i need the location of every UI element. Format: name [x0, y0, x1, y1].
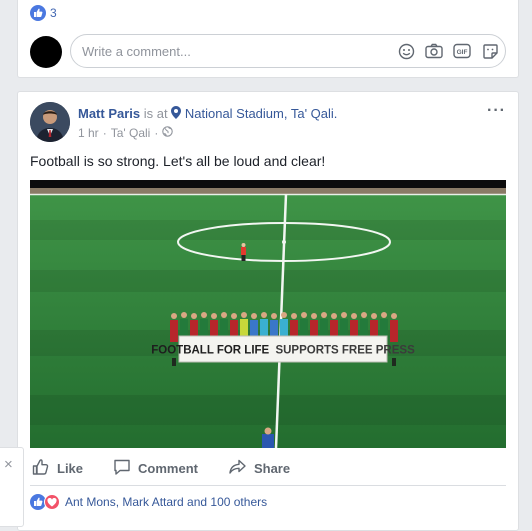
svg-text:GIF: GIF: [457, 49, 468, 56]
previous-post-like-count: 3: [50, 6, 57, 20]
like-label: Like: [57, 461, 84, 476]
thumbs-up-icon: [32, 458, 50, 479]
reactions-text: Ant Mons, Mark Attard and 100 others: [65, 495, 268, 509]
camera-icon[interactable]: [425, 42, 443, 60]
post-card: Matt Paris is at National Stadium, Ta' Q…: [17, 91, 519, 531]
gif-icon[interactable]: GIF: [453, 42, 471, 60]
post-meta: 1 hr · Ta' Qali ·: [78, 126, 174, 140]
heart-icon: [44, 494, 60, 510]
meta-separator: ·: [154, 126, 159, 140]
previous-post-card: 3 GIF: [17, 0, 519, 78]
comment-input[interactable]: [82, 44, 382, 59]
more-dots-icon[interactable]: ···: [487, 102, 506, 120]
comment-label: Comment: [138, 461, 198, 476]
share-button[interactable]: Share: [228, 458, 290, 479]
meta-separator: ·: [102, 126, 107, 140]
post-location[interactable]: Ta' Qali: [111, 126, 151, 140]
smiley-icon[interactable]: [397, 42, 415, 60]
sticker-icon[interactable]: [481, 42, 499, 60]
reactions-summary[interactable]: Ant Mons, Mark Attard and 100 others: [30, 494, 267, 510]
author-name[interactable]: Matt Paris: [78, 106, 140, 121]
like-button[interactable]: Like: [32, 458, 83, 479]
previous-post-likes[interactable]: 3: [30, 5, 57, 21]
banner-text: FOOTBALL FOR LIFE SUPPORTS FREE PRESS: [151, 345, 415, 357]
post-header: Matt Paris is at National Stadium, Ta' Q…: [78, 106, 337, 121]
map-pin-icon: [171, 106, 185, 121]
globe-icon: [162, 126, 174, 140]
comment-box: GIF: [70, 34, 506, 68]
place-link[interactable]: National Stadium, Ta' Qali.: [185, 106, 338, 121]
author-avatar[interactable]: [30, 102, 70, 142]
share-label: Share: [253, 461, 291, 476]
comment-composer: GIF: [30, 32, 508, 68]
post-text: Football is so strong. Let's all be loud…: [30, 153, 326, 169]
post-actions: Like Comment Share: [30, 452, 506, 486]
post-photo[interactable]: FOOTBALL FOR LIFE SUPPORTS FREE PRESS: [30, 180, 506, 448]
is-at-label: is at: [143, 106, 168, 121]
close-icon[interactable]: ×: [4, 456, 13, 473]
side-panel: ×: [0, 447, 24, 527]
comment-button[interactable]: Comment: [113, 458, 198, 479]
thumbs-up-icon: [30, 5, 46, 21]
comment-icon: [113, 458, 131, 479]
share-icon: [228, 458, 247, 479]
post-time[interactable]: 1 hr: [78, 126, 99, 140]
avatar: [30, 36, 62, 68]
